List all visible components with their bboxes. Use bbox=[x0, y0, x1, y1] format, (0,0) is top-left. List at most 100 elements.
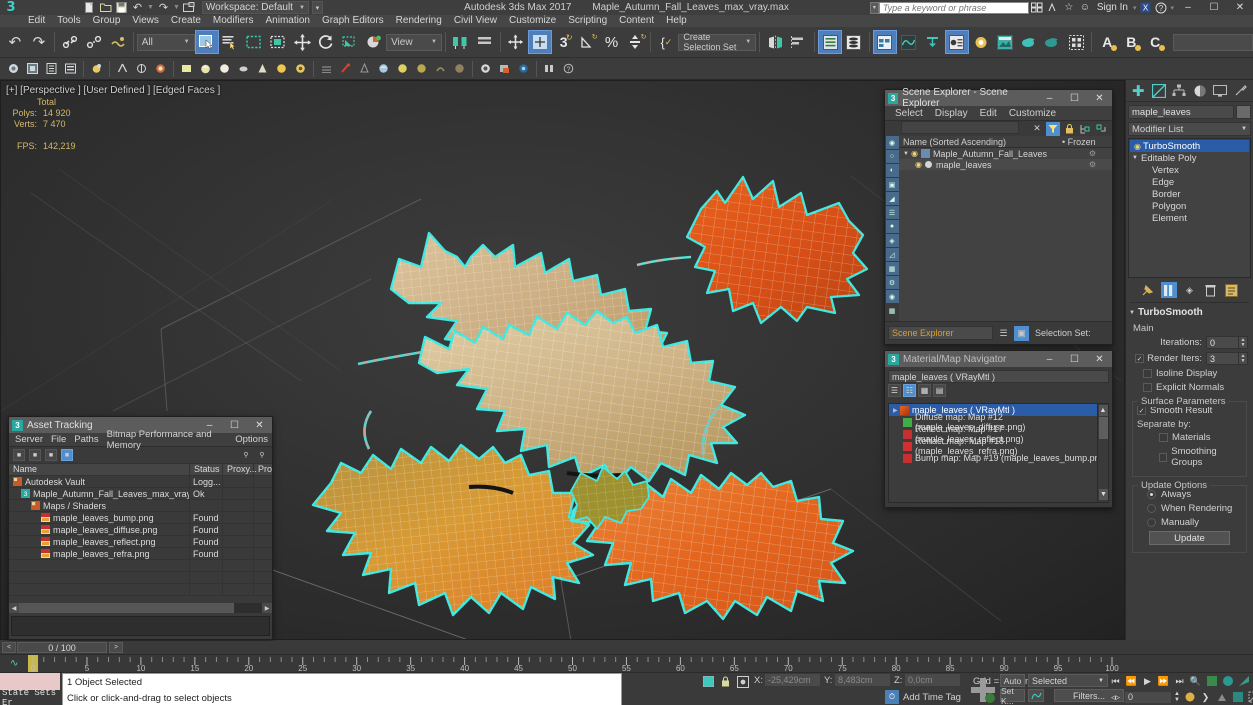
scene-explorer-minimize[interactable]: – bbox=[1037, 90, 1062, 106]
create-selection-set-combo[interactable]: Create Selection Set ▼ bbox=[678, 32, 757, 52]
new-file-icon[interactable] bbox=[82, 1, 97, 14]
workspace-menu-icon[interactable]: ▾ bbox=[311, 1, 323, 14]
unlink-selection-icon[interactable] bbox=[82, 30, 106, 54]
mm-titlebar[interactable]: 3 Material/Map Navigator – ☐ ✕ bbox=[885, 351, 1112, 367]
column-frozen[interactable]: • Frozen bbox=[1062, 137, 1112, 147]
render-setup-icon[interactable] bbox=[969, 30, 993, 54]
vray-physical-camera-icon[interactable] bbox=[291, 59, 310, 78]
mirror-icon[interactable] bbox=[763, 30, 787, 54]
eye-icon[interactable]: ◉ bbox=[1132, 142, 1143, 151]
at-menu-server[interactable]: Server bbox=[11, 434, 47, 445]
lock-selection-icon[interactable] bbox=[717, 673, 734, 690]
column-config-icon[interactable]: ▦ bbox=[885, 304, 899, 317]
align-icon[interactable] bbox=[787, 30, 811, 54]
list-view-icon[interactable]: ☰ bbox=[888, 384, 901, 397]
scene-explorer-titlebar[interactable]: 3 Scene Explorer - Scene Explorer – ☐ ✕ bbox=[885, 87, 1112, 109]
workspace-selector[interactable]: Workspace: Default ▼ bbox=[201, 1, 309, 14]
isoline-display-row[interactable]: Isoline Display bbox=[1131, 368, 1248, 379]
sublevel-element[interactable]: Element bbox=[1130, 212, 1249, 224]
named-selection-sets-icon[interactable]: {✓ bbox=[654, 30, 678, 54]
render-iters-spinner-arrows[interactable]: ▲ ▼ bbox=[1239, 352, 1248, 365]
scroll-left-icon[interactable]: ◀ bbox=[9, 603, 19, 613]
layer-explorer-icon[interactable] bbox=[842, 30, 866, 54]
percent-snap-toggle-icon[interactable]: ↻ bbox=[576, 30, 600, 54]
vray-clipper-icon[interactable] bbox=[336, 59, 355, 78]
pin-stack-icon[interactable] bbox=[1140, 282, 1156, 298]
scroll-down-icon[interactable]: ▼ bbox=[1099, 489, 1108, 500]
previous-frame-icon[interactable]: ⏪ bbox=[1124, 674, 1139, 688]
menu-create[interactable]: Create bbox=[165, 15, 207, 27]
at-view-icon-1[interactable]: ■ bbox=[13, 449, 25, 461]
se-menu-customize[interactable]: Customize bbox=[1003, 108, 1062, 119]
scene-explorer-maximize[interactable]: ☐ bbox=[1062, 90, 1087, 106]
mm-material-name-field[interactable]: maple_leaves ( VRayMtl ) bbox=[888, 370, 1109, 383]
lock-icon[interactable] bbox=[1062, 122, 1076, 136]
scroll-track[interactable] bbox=[19, 603, 262, 613]
collapse-all-icon[interactable] bbox=[1094, 122, 1108, 136]
se-menu-display[interactable]: Display bbox=[929, 108, 974, 119]
small-icon-view-icon[interactable]: ▦ bbox=[918, 384, 931, 397]
smooth-result-checkbox[interactable] bbox=[1137, 406, 1146, 415]
scene-explorer-search-input[interactable] bbox=[901, 121, 1019, 134]
rectangular-selection-region-icon[interactable] bbox=[242, 30, 266, 54]
vray-dome-light-icon[interactable] bbox=[61, 59, 80, 78]
object-props-icon[interactable]: ● bbox=[885, 220, 899, 233]
menu-rendering[interactable]: Rendering bbox=[390, 15, 448, 27]
z-coordinate[interactable]: Z: 0,0cm bbox=[894, 673, 961, 687]
scene-explorer-window[interactable]: 3 Scene Explorer - Scene Explorer – ☐ ✕ … bbox=[884, 87, 1113, 345]
toggle-ribbon-icon[interactable] bbox=[872, 30, 897, 54]
at-menu-bitmap-perf[interactable]: Bitmap Performance and Memory bbox=[103, 429, 232, 451]
at-menu-file[interactable]: File bbox=[47, 434, 70, 445]
redo-icon[interactable]: ↷ bbox=[156, 1, 171, 14]
at-row-maxfile[interactable]: 3 Maple_Autumn_Fall_Leaves_max_vray.max … bbox=[9, 487, 272, 500]
at-col-name[interactable]: Name bbox=[9, 463, 190, 476]
scroll-thumb[interactable] bbox=[1099, 417, 1108, 439]
menu-help[interactable]: Help bbox=[660, 15, 693, 27]
modify-tab[interactable] bbox=[1150, 82, 1168, 100]
modifier-editable-poly[interactable]: ▼ Editable Poly bbox=[1130, 152, 1249, 164]
maximize-viewport-icon[interactable] bbox=[1236, 674, 1251, 688]
update-button[interactable]: Update bbox=[1149, 531, 1230, 545]
select-all-icon[interactable]: ◉ bbox=[885, 136, 899, 149]
y-value-field[interactable]: 8,483cm bbox=[834, 673, 891, 687]
vray-ies-light-icon[interactable] bbox=[113, 59, 132, 78]
at-menu-options[interactable]: Options bbox=[231, 434, 272, 445]
field-of-view-icon[interactable]: ❯ bbox=[1198, 690, 1213, 704]
vray-light-mtl-icon[interactable] bbox=[393, 59, 412, 78]
timeline-prev-button[interactable]: < bbox=[2, 642, 16, 653]
sublevel-polygon[interactable]: Polygon bbox=[1130, 200, 1249, 212]
help-icon[interactable]: ? bbox=[1153, 1, 1169, 15]
walkthrough-icon[interactable] bbox=[1246, 690, 1253, 704]
iterations-spinner-arrows[interactable]: ▲ ▼ bbox=[1239, 336, 1248, 349]
save-file-icon[interactable] bbox=[114, 1, 129, 14]
rendered-frame-window-icon[interactable] bbox=[993, 30, 1017, 54]
favorites-star-icon[interactable]: ☆ bbox=[1061, 1, 1077, 15]
scroll-right-icon[interactable]: ▶ bbox=[262, 603, 272, 613]
vray-render-region-icon[interactable] bbox=[495, 59, 514, 78]
current-frame-field[interactable]: 0 bbox=[1124, 690, 1172, 704]
explicit-normals-checkbox[interactable] bbox=[1143, 383, 1152, 392]
manually-radio[interactable] bbox=[1147, 518, 1156, 527]
iterations-input[interactable]: 0 bbox=[1206, 336, 1239, 349]
select-by-name-icon[interactable] bbox=[219, 30, 243, 54]
select-and-link-icon[interactable] bbox=[58, 30, 82, 54]
at-row-refra[interactable]: maple_leaves_refra.png Found bbox=[9, 547, 272, 560]
vray-material-icon[interactable] bbox=[412, 59, 431, 78]
modifier-stack[interactable]: ◉ TurboSmooth ▼ Editable Poly Vertex Edg… bbox=[1128, 138, 1251, 278]
scene-tree-group-row[interactable]: ▼ ◉ Maple_Autumn_Fall_Leaves ⚙ bbox=[899, 148, 1112, 159]
percent-icon[interactable]: % bbox=[600, 30, 624, 54]
isoline-display-checkbox[interactable] bbox=[1143, 369, 1152, 378]
modifier-turbosmooth[interactable]: ◉ TurboSmooth bbox=[1130, 140, 1249, 152]
mm-tree-list[interactable]: ▶ maple_leaves ( VRayMtl ) Diffuse map: … bbox=[888, 403, 1109, 503]
timeline-next-button[interactable]: > bbox=[109, 642, 123, 653]
large-icon-view-icon[interactable]: ▤ bbox=[933, 384, 946, 397]
scene-tree-object-row[interactable]: ◉ maple_leaves ⚙ bbox=[899, 159, 1112, 170]
scroll-thumb[interactable] bbox=[19, 603, 234, 613]
expand-triangle-icon[interactable]: ▼ bbox=[903, 151, 909, 157]
se-menu-select[interactable]: Select bbox=[889, 108, 929, 119]
minimize-button[interactable]: – bbox=[1175, 0, 1201, 15]
letter-a-icon[interactable]: A bbox=[1095, 30, 1119, 54]
redo-dropdown-icon[interactable]: ▼ bbox=[172, 4, 181, 11]
select-none-icon[interactable]: ○ bbox=[885, 150, 899, 163]
expand-triangle-icon[interactable]: ▼ bbox=[1132, 155, 1141, 161]
